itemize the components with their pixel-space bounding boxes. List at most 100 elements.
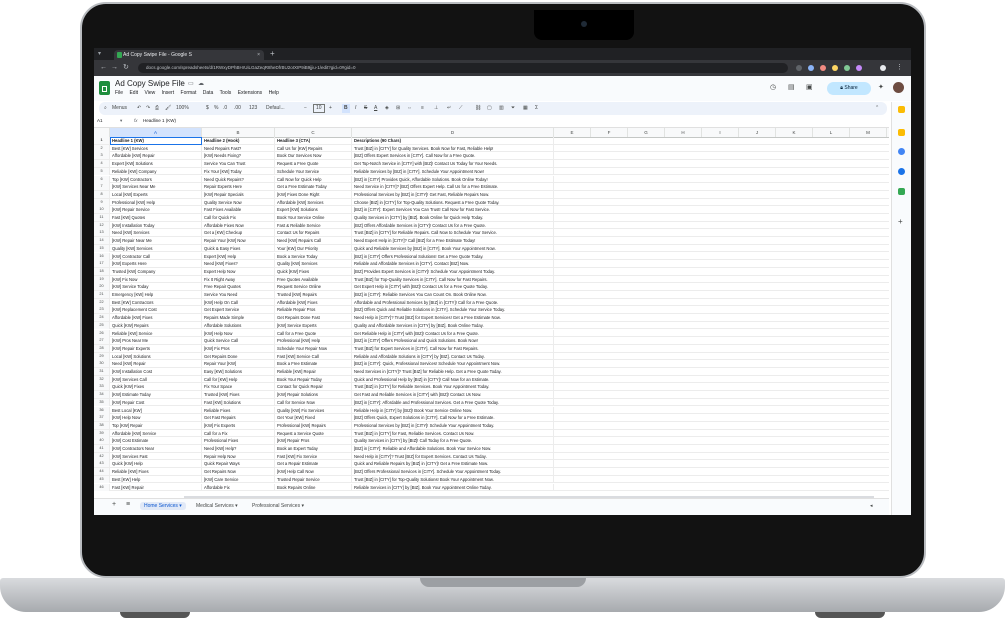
grid-cell[interactable]: [KW] Fix Pros (202, 344, 275, 352)
grid-cell[interactable]: [BIZ] in [CITY]: Expert Services You Can… (352, 206, 554, 214)
row-number[interactable]: 16 (94, 252, 110, 260)
filter-views-icon[interactable]: ▦ (523, 104, 528, 113)
name-box[interactable]: A1 (97, 118, 103, 123)
vertical-align-icon[interactable]: ⊥ (434, 104, 438, 113)
grid-cell[interactable]: [KW] Estimate Today (110, 391, 202, 399)
fill-color-icon[interactable]: ◈ (385, 104, 389, 113)
grid-cell[interactable]: [BIZ] in [CITY]: Affordable and Professi… (352, 398, 554, 406)
grid-cell[interactable]: Schedule Your Service (275, 167, 352, 175)
grid-cell[interactable]: Get Expert Service (202, 306, 275, 314)
row-number[interactable]: 22 (94, 298, 110, 306)
grid-cell[interactable]: Book a Free Estimate (275, 360, 352, 368)
grid-cell[interactable]: Get Repairs Now (202, 468, 275, 476)
extension-icon[interactable] (856, 65, 862, 71)
row-number[interactable]: 8 (94, 190, 110, 198)
extension-icon[interactable] (796, 65, 802, 71)
grid-cell[interactable]: Service You Need (202, 291, 275, 298)
search-icon[interactable]: ⌕ (104, 104, 107, 113)
grid-cell[interactable]: [BIZ] Offers Professional Services in [C… (352, 468, 554, 476)
reload-icon[interactable]: ↻ (123, 63, 129, 73)
row-number[interactable]: 42 (94, 452, 110, 460)
grid-cell[interactable]: Professional [KW] Help (110, 198, 202, 206)
grid-cell[interactable]: [KW] Repair Near Me (110, 237, 202, 245)
grid-cell[interactable]: Trusted [KW] Company (110, 267, 202, 275)
row-number[interactable]: 25 (94, 321, 110, 329)
grid-cell[interactable]: Fast [KW] Quotes (110, 214, 202, 221)
grid-cell[interactable]: Book a Service Today (275, 252, 352, 260)
grid-cell[interactable]: Quick Service Call (202, 337, 275, 345)
grid-cell[interactable]: Need Expert Help in [CITY]? Call [BIZ] f… (352, 237, 554, 245)
row-number[interactable]: 9 (94, 198, 110, 206)
text-rotation-icon[interactable]: ⟋ (459, 104, 463, 113)
grid-cell[interactable]: Reliable and Affordable Services in [CIT… (352, 260, 554, 268)
grid-cell[interactable]: [KW] Fix Experts (202, 421, 275, 429)
grid-cell[interactable]: Trusted Repair Service (275, 475, 352, 483)
grid-cell[interactable]: [KW] Contractor Call (110, 252, 202, 260)
grid-cell[interactable]: Your [KW] Our Priority (275, 244, 352, 252)
grid-cell[interactable]: Choose [BIZ] in [CITY] for Top-Quality S… (352, 198, 554, 206)
grid-cell[interactable]: Expert [KW] Solutions (275, 206, 352, 214)
text-color-button[interactable]: A (374, 104, 377, 113)
column-header-a[interactable]: A (110, 128, 202, 137)
history-icon[interactable]: ◷ (770, 83, 776, 91)
grid-cell[interactable]: Book Your Repair Today (275, 375, 352, 383)
grid-cell[interactable]: Call for [KW] Help (202, 375, 275, 383)
italic-button[interactable]: I (355, 104, 356, 113)
grid-cell[interactable]: Top [KW] Contractors (110, 175, 202, 183)
grid-cell[interactable]: Fix It Right Away (202, 275, 275, 283)
grid-cell[interactable]: Affordable [KW] Repair (110, 152, 202, 160)
header-cell[interactable]: Headline 3 (CTA) (275, 137, 352, 144)
row-number[interactable]: 29 (94, 352, 110, 360)
grid-cell[interactable]: Affordable [KW] Services (275, 198, 352, 206)
back-icon[interactable]: ← (100, 63, 107, 73)
grid-cell[interactable]: [KW] Service Today (110, 283, 202, 291)
browser-tab-active[interactable]: Ad Copy Swipe File - Google S × (114, 50, 264, 60)
row-number[interactable]: 27 (94, 337, 110, 345)
column-header-l[interactable]: L (813, 128, 850, 137)
sheet-tab-home-services[interactable]: Home Services ▾ (140, 502, 186, 510)
grid-cell[interactable]: [KW] Services Near Me (110, 183, 202, 191)
grid-cell[interactable]: [KW] Repair Cost (110, 398, 202, 406)
grid-cell[interactable]: [KW] Services Call (110, 375, 202, 383)
grid-cell[interactable]: [KW] Repair Service (110, 206, 202, 214)
column-header-k[interactable]: K (776, 128, 813, 137)
grid-cell[interactable]: Fast [KW] Repair (110, 483, 202, 491)
select-all-corner[interactable] (94, 128, 110, 137)
grid-cell[interactable]: Local [KW] Solutions (110, 352, 202, 360)
grid-cell[interactable]: Quality [KW] Fix Services (275, 406, 352, 414)
menu-view[interactable]: View (144, 90, 155, 96)
grid-cell[interactable]: Easy [KW] Solutions (202, 368, 275, 375)
row-number[interactable]: 39 (94, 429, 110, 437)
grid-cell[interactable]: [KW] Services Fast (110, 452, 202, 460)
grid-cell[interactable]: Call for a Fix (202, 429, 275, 437)
undo-icon[interactable]: ↶ (137, 104, 141, 113)
grid-cell[interactable]: [BIZ] in [CITY]: Quick, Professional Ser… (352, 360, 554, 368)
row-number[interactable]: 20 (94, 283, 110, 291)
font-size-input[interactable]: 10 (313, 104, 325, 113)
grid-cell[interactable]: [BIZ] in [CITY]: Reliable Services You C… (352, 291, 554, 298)
formula-input[interactable]: Headline 1 (KW) (143, 118, 176, 123)
grid-cell[interactable]: Expert [KW] Help (202, 252, 275, 260)
grid-cell[interactable]: Service You Can Trust (202, 160, 275, 168)
grid-cell[interactable]: [BIZ] Offers Quick, Expert Solutions in … (352, 414, 554, 422)
row-number[interactable]: 45 (94, 475, 110, 483)
grid-cell[interactable]: [KW] Repair Solutions (275, 391, 352, 399)
grid-cell[interactable]: Professional Services by [BIZ] in [CITY]… (352, 190, 554, 198)
grid-cell[interactable]: Request Service Online (275, 283, 352, 291)
grid-cell[interactable]: [KW] Needs Fixing? (202, 152, 275, 160)
grid-cell[interactable]: Reliable Help in [CITY] by [BIZ]! Book Y… (352, 406, 554, 414)
grid-cell[interactable]: [BIZ] in [CITY] Provides Quick, Affordab… (352, 175, 554, 183)
insert-chart-icon[interactable]: ▥ (499, 104, 504, 113)
paint-format-icon[interactable]: 🖌︎ (165, 104, 171, 113)
name-box-dropdown-icon[interactable]: ▾ (120, 118, 122, 124)
grid-cell[interactable]: Reliable Fixes (202, 406, 275, 414)
grid-cell[interactable]: Repair Help Now (202, 452, 275, 460)
grid-cell[interactable]: [KW] Replacement Cost (110, 306, 202, 314)
grid-cell[interactable]: Get Top-Notch Service in [CITY] with [BI… (352, 160, 554, 168)
functions-icon[interactable]: Σ (535, 104, 538, 113)
grid-cell[interactable]: Get Expert Help in [CITY] with [BIZ]! Co… (352, 283, 554, 291)
grid-cell[interactable]: Trust [BIZ] in [CITY] for Reliable Servi… (352, 383, 554, 391)
meet-icon[interactable]: ▣ (806, 83, 813, 91)
grid-cell[interactable]: [KW] Service Experts (275, 321, 352, 329)
menus-search-button[interactable]: Menus (112, 104, 127, 113)
